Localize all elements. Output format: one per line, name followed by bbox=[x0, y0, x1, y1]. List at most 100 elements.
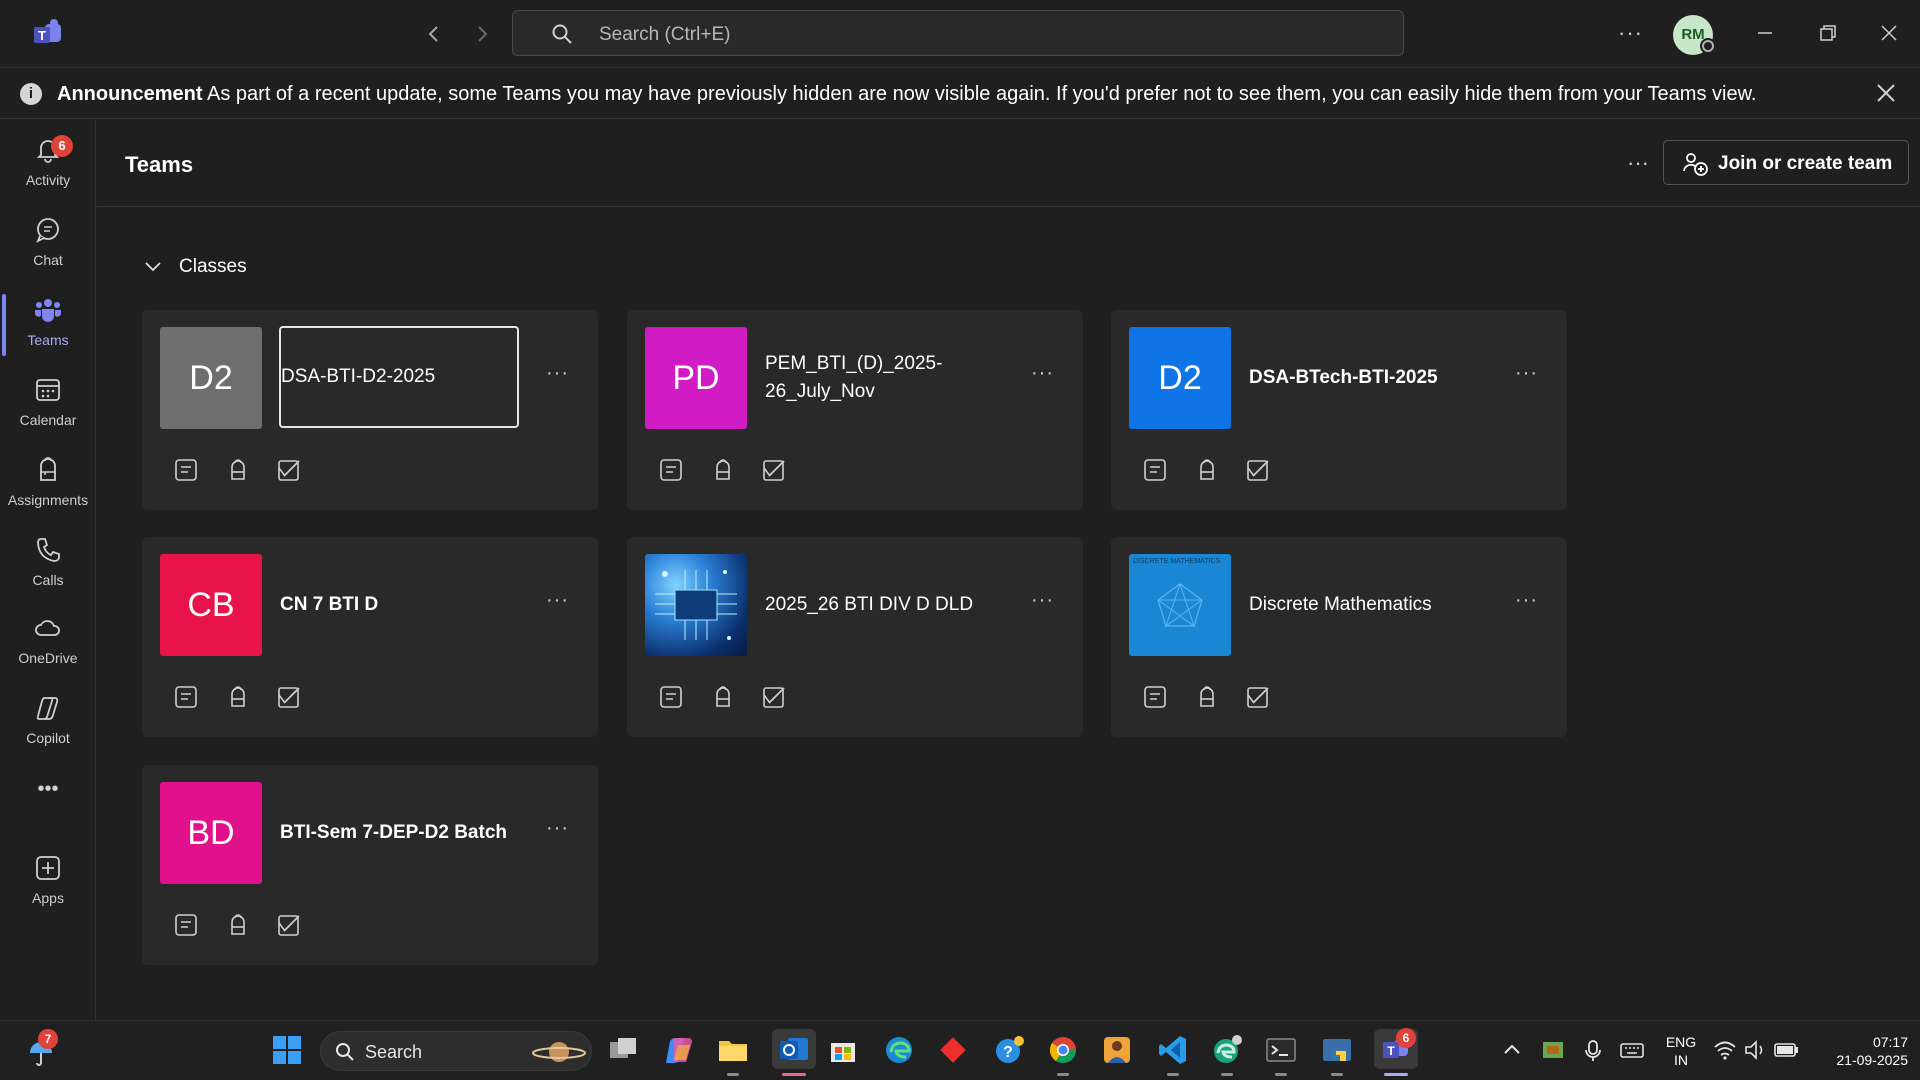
team-more-icon[interactable]: ··· bbox=[1515, 362, 1538, 385]
rail-item-teams[interactable]: Teams bbox=[0, 288, 96, 360]
assignments-icon[interactable] bbox=[1193, 456, 1221, 484]
assignments-icon[interactable] bbox=[709, 456, 737, 484]
chat-icon bbox=[34, 216, 62, 244]
team-name[interactable]: 2025_26 BTI DIV D DLD bbox=[765, 567, 1005, 643]
search-input[interactable]: Search (Ctrl+E) bbox=[512, 10, 1404, 56]
volume-icon[interactable] bbox=[1742, 1033, 1768, 1067]
header-more-icon[interactable]: ··· bbox=[1627, 150, 1649, 176]
team-more-icon[interactable]: ··· bbox=[546, 817, 569, 840]
notebook-icon[interactable] bbox=[760, 456, 788, 484]
rail-item-calendar[interactable]: Calendar bbox=[0, 368, 96, 440]
tray-app-icon[interactable] bbox=[1540, 1033, 1566, 1067]
team-name[interactable]: DSA-BTI-D2-2025 bbox=[279, 326, 519, 428]
rail-item-copilot[interactable]: Copilot bbox=[0, 686, 96, 758]
file-explorer-icon[interactable] bbox=[716, 1033, 750, 1067]
posts-icon[interactable] bbox=[657, 683, 685, 711]
posts-icon[interactable] bbox=[172, 683, 200, 711]
assignments-icon[interactable] bbox=[1193, 683, 1221, 711]
rail-label: Calls bbox=[32, 572, 64, 588]
language-line2: IN bbox=[1674, 1052, 1688, 1068]
team-card[interactable]: DISCRETE MATHEMATICS Discrete Mathematic… bbox=[1111, 537, 1567, 737]
notebook-icon[interactable] bbox=[275, 911, 303, 939]
assignments-icon[interactable] bbox=[224, 456, 252, 484]
copilot-taskbar-icon[interactable] bbox=[662, 1033, 696, 1067]
assignments-icon[interactable] bbox=[224, 911, 252, 939]
team-name[interactable]: CN 7 BTI D bbox=[280, 567, 520, 643]
microphone-icon[interactable] bbox=[1580, 1033, 1606, 1067]
join-or-create-team-button[interactable]: Join or create team bbox=[1663, 140, 1909, 185]
team-card[interactable]: 2025_26 BTI DIV D DLD ··· bbox=[627, 537, 1083, 737]
team-avatar: PD bbox=[645, 327, 747, 429]
notebook-icon[interactable] bbox=[275, 456, 303, 484]
posts-icon[interactable] bbox=[172, 911, 200, 939]
outlook-icon[interactable] bbox=[772, 1029, 816, 1069]
teams-logo-icon[interactable]: T bbox=[32, 18, 64, 50]
close-announcement-icon[interactable] bbox=[1872, 79, 1900, 114]
notebook-icon[interactable] bbox=[1244, 456, 1272, 484]
team-name[interactable]: BTI-Sem 7-DEP-D2 Batch bbox=[280, 795, 520, 871]
rail-item-apps[interactable]: Apps bbox=[0, 846, 96, 918]
more-options-icon[interactable]: ··· bbox=[1618, 20, 1643, 46]
team-more-icon[interactable]: ··· bbox=[1031, 362, 1054, 385]
close-window-icon[interactable] bbox=[1874, 18, 1904, 48]
notebook-icon[interactable] bbox=[1244, 683, 1272, 711]
posts-icon[interactable] bbox=[1141, 683, 1169, 711]
keyboard-icon[interactable] bbox=[1618, 1033, 1646, 1067]
team-card[interactable]: PD PEM_BTI_(D)_2025-26_July_Nov ··· bbox=[627, 310, 1083, 510]
store-icon[interactable] bbox=[826, 1033, 860, 1067]
clock[interactable]: 07:17 21-09-2025 bbox=[1812, 1033, 1908, 1069]
posts-icon[interactable] bbox=[1141, 456, 1169, 484]
running-indicator bbox=[1275, 1073, 1287, 1076]
assignments-icon[interactable] bbox=[224, 683, 252, 711]
team-card[interactable]: D2 DSA-BTI-D2-2025 ··· bbox=[142, 310, 598, 510]
chrome-icon[interactable] bbox=[1046, 1033, 1080, 1067]
task-view-icon[interactable] bbox=[606, 1033, 640, 1067]
team-name[interactable]: Discrete Mathematics bbox=[1249, 567, 1489, 643]
team-more-icon[interactable]: ··· bbox=[1031, 589, 1054, 612]
rail-label: Assignments bbox=[7, 492, 89, 508]
notebook-icon[interactable] bbox=[760, 683, 788, 711]
team-more-icon[interactable]: ··· bbox=[546, 362, 569, 385]
minimize-icon[interactable] bbox=[1750, 18, 1780, 48]
start-icon[interactable] bbox=[270, 1033, 304, 1067]
team-card[interactable]: BD BTI-Sem 7-DEP-D2 Batch ··· bbox=[142, 765, 598, 965]
rail-item-activity[interactable]: 6 Activity bbox=[0, 128, 96, 200]
notebook-icon[interactable] bbox=[275, 683, 303, 711]
restore-icon[interactable] bbox=[1812, 18, 1842, 48]
terminal-icon[interactable] bbox=[1264, 1033, 1298, 1067]
running-indicator bbox=[1221, 1073, 1233, 1076]
app-rail: 6 Activity Chat Teams Calendar Assignmen… bbox=[0, 120, 96, 1020]
rail-more-apps[interactable]: ••• bbox=[0, 778, 96, 818]
wifi-icon[interactable] bbox=[1712, 1033, 1738, 1067]
language-indicator[interactable]: ENG IN bbox=[1660, 1033, 1702, 1069]
chevron-up-icon[interactable] bbox=[1500, 1033, 1524, 1067]
activity-badge: 6 bbox=[51, 135, 73, 157]
posts-icon[interactable] bbox=[172, 456, 200, 484]
battery-icon[interactable] bbox=[1772, 1033, 1800, 1067]
help-icon[interactable]: ? bbox=[992, 1033, 1026, 1067]
rail-item-calls[interactable]: Calls bbox=[0, 528, 96, 600]
team-name[interactable]: DSA-BTech-BTI-2025 bbox=[1249, 340, 1489, 416]
search-icon bbox=[335, 1042, 355, 1067]
active-indicator bbox=[1384, 1073, 1408, 1076]
python-app-icon[interactable] bbox=[1320, 1033, 1354, 1067]
assignments-icon[interactable] bbox=[709, 683, 737, 711]
back-arrow-icon[interactable] bbox=[420, 20, 448, 48]
profile-app-icon[interactable] bbox=[1100, 1033, 1134, 1067]
anydesk-icon[interactable] bbox=[936, 1033, 970, 1067]
rail-item-chat[interactable]: Chat bbox=[0, 208, 96, 280]
team-card[interactable]: D2 DSA-BTech-BTI-2025 ··· bbox=[1111, 310, 1567, 510]
edge-icon[interactable] bbox=[882, 1033, 916, 1067]
posts-icon[interactable] bbox=[657, 456, 685, 484]
team-more-icon[interactable]: ··· bbox=[1515, 589, 1538, 612]
rail-item-onedrive[interactable]: OneDrive bbox=[0, 606, 96, 678]
edge-dev-icon[interactable] bbox=[1210, 1033, 1244, 1067]
forward-arrow-icon[interactable] bbox=[468, 20, 496, 48]
taskbar-search[interactable]: Search bbox=[320, 1031, 592, 1071]
team-more-icon[interactable]: ··· bbox=[546, 589, 569, 612]
rail-label: Apps bbox=[32, 890, 64, 906]
team-card[interactable]: CB CN 7 BTI D ··· bbox=[142, 537, 598, 737]
rail-item-assignments[interactable]: Assignments bbox=[0, 448, 96, 520]
vscode-icon[interactable] bbox=[1156, 1033, 1190, 1067]
team-name[interactable]: PEM_BTI_(D)_2025-26_July_Nov bbox=[765, 340, 1005, 416]
